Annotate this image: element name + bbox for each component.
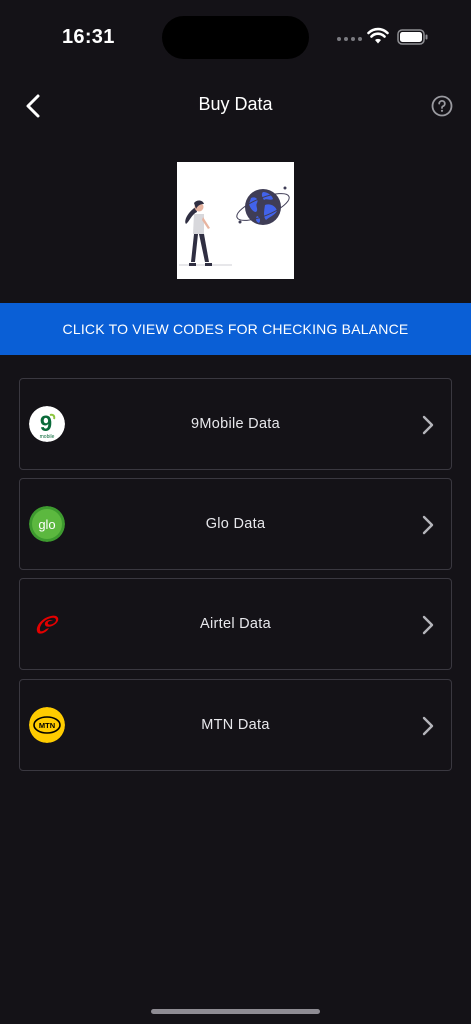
dynamic-island (162, 16, 309, 59)
home-indicator[interactable] (151, 1009, 320, 1014)
network-item-airtel[interactable]: Airtel Data (19, 578, 452, 670)
chevron-right-icon (422, 716, 434, 736)
status-time: 16:31 (62, 26, 115, 48)
cellular-signal-icon (337, 37, 362, 41)
help-icon[interactable] (431, 95, 453, 117)
network-label: MTN Data (201, 717, 270, 733)
illustration (177, 162, 294, 279)
wifi-icon (367, 27, 389, 44)
page-title: Buy Data (198, 94, 273, 114)
chevron-right-icon (422, 515, 434, 535)
status-bar: 16:31 (0, 0, 471, 70)
check-balance-codes-banner[interactable]: CLICK TO VIEW CODES FOR CHECKING BALANCE (0, 303, 471, 355)
network-label: Airtel Data (200, 616, 271, 632)
network-label: Glo Data (205, 516, 266, 532)
chevron-right-icon (422, 615, 434, 635)
network-item-9mobile[interactable]: 9 mobile 9Mobile Data (19, 378, 452, 470)
network-item-mtn[interactable]: MTN MTN Data (19, 679, 452, 771)
network-item-glo[interactable]: glo Glo Data (19, 478, 452, 570)
chevron-right-icon (422, 415, 434, 435)
woman-globe-illustration (179, 186, 290, 266)
battery-icon (397, 29, 428, 45)
network-label: 9Mobile Data (190, 416, 281, 432)
